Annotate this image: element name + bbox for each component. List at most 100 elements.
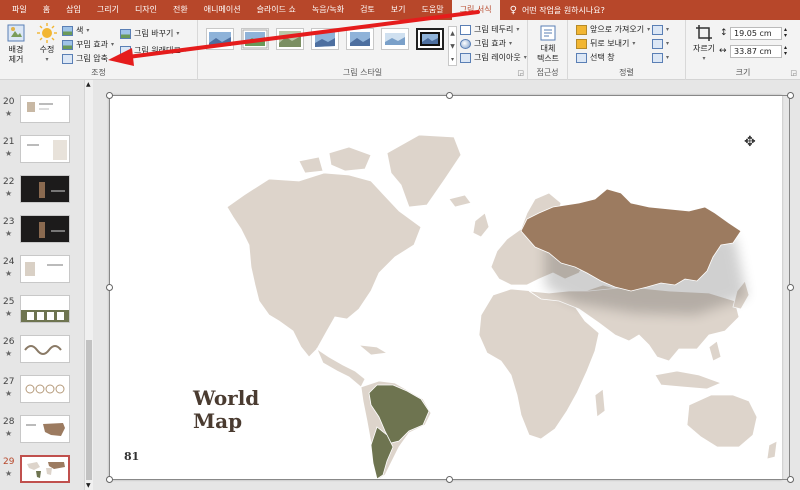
picture-layout-button[interactable]: 그림 레이아웃 ▾ — [460, 51, 527, 64]
tab-file[interactable]: 파일 — [4, 0, 35, 20]
spinner-icon[interactable]: ▴ ▾ — [784, 27, 787, 39]
remove-background-button[interactable]: 배경 제거 — [3, 23, 29, 65]
picture-layout-label: 그림 레이아웃 — [474, 53, 521, 62]
reset-picture-button[interactable]: 그림 원래대로 ▾ — [120, 44, 187, 57]
chevron-down-icon: ▾ — [666, 54, 670, 61]
send-backward-button[interactable]: 뒤로 보내기 ▾ — [576, 37, 635, 50]
rotate-button[interactable]: ▾ — [652, 51, 669, 64]
picture-style-7[interactable] — [416, 28, 444, 50]
picture-style-3[interactable] — [276, 28, 304, 50]
selection-pane-icon — [576, 52, 587, 63]
picture-effects-label: 그림 효과 — [474, 39, 506, 48]
tab-help[interactable]: 도움말 — [414, 0, 452, 20]
iceland-shape — [448, 194, 472, 208]
resize-handle-top-right[interactable] — [787, 92, 794, 99]
picture-style-4[interactable] — [311, 28, 339, 50]
tab-view[interactable]: 보기 — [383, 0, 414, 20]
resize-handle-left[interactable] — [106, 284, 113, 291]
slide-thumbnail[interactable]: 22 ★ — [0, 175, 84, 205]
tab-slideshow[interactable]: 슬라이드 쇼 — [249, 0, 304, 20]
picture-style-2[interactable] — [241, 28, 269, 50]
tab-animations[interactable]: 애니메이션 — [196, 0, 249, 20]
picture-style-thumbnail-icon — [385, 33, 405, 45]
crop-button[interactable]: 자르기 ▾ — [690, 24, 718, 64]
animation-star-icon: ★ — [5, 189, 13, 198]
chevron-down-icon: ▾ — [176, 30, 180, 37]
compress-pictures-button[interactable]: 그림 압축 — [62, 52, 108, 65]
slide-editing-canvas[interactable]: World Map 81 — [93, 80, 800, 490]
picture-style-5[interactable] — [346, 28, 374, 50]
picture-layout-icon — [460, 52, 471, 63]
slide-thumbnail[interactable]: 27 ★ — [0, 375, 84, 405]
greenland-shape — [386, 134, 462, 208]
tab-home[interactable]: 홈 — [35, 0, 58, 20]
alt-text-button[interactable]: 대체 텍스트 — [534, 24, 562, 64]
dialog-launcher-icon[interactable]: ◲ — [517, 69, 524, 77]
philippines-shape — [708, 340, 722, 362]
slide-thumbnail-current[interactable]: 29 ★ — [0, 455, 84, 485]
tab-design[interactable]: 디자인 — [127, 0, 165, 20]
slide-thumbnail[interactable]: 24 ★ — [0, 255, 84, 285]
send-backward-label: 뒤로 보내기 — [590, 39, 630, 48]
change-picture-icon — [120, 28, 131, 39]
resize-handle-top-left[interactable] — [106, 92, 113, 99]
artistic-effects-icon — [62, 39, 73, 50]
color-button[interactable]: 색 ▾ — [62, 24, 89, 37]
group-label-accessibility: 접근성 — [536, 68, 559, 77]
scroll-down-icon[interactable]: ▼ — [86, 482, 91, 489]
corrections-button[interactable]: 수정 ▾ — [34, 23, 60, 65]
slide-thumbnail[interactable]: 21 ★ — [0, 135, 84, 165]
selection-pane-button[interactable]: 선택 창 — [576, 51, 615, 64]
picture-style-1[interactable] — [206, 28, 234, 50]
tab-picture-format[interactable]: 그림 서식 — [451, 0, 500, 20]
align-button[interactable]: ▾ — [652, 23, 669, 36]
gallery-scroll[interactable]: ▲ ▼ ▾ — [448, 26, 457, 66]
slide-number: 29 — [3, 457, 15, 467]
artistic-effects-button[interactable]: 꾸밈 효과 ▾ — [62, 38, 114, 51]
height-input[interactable]: 19.05 cm — [730, 27, 782, 40]
bring-forward-icon — [576, 24, 587, 35]
picture-effects-button[interactable]: 그림 효과 ▾ — [460, 37, 512, 50]
resize-handle-top[interactable] — [446, 92, 453, 99]
crop-icon — [696, 25, 712, 41]
picture-border-icon — [460, 24, 471, 35]
slide-title[interactable]: World Map — [193, 387, 259, 433]
slide-thumbnail[interactable]: 25 ★ — [0, 295, 84, 325]
resize-handle-bottom[interactable] — [446, 476, 453, 483]
indonesia-shape — [654, 370, 723, 390]
slide-thumbnail[interactable]: 23 ★ — [0, 215, 84, 245]
tell-me-search[interactable]: ♀ 어떤 작업을 원하시나요? — [510, 5, 605, 16]
tab-transitions[interactable]: 전환 — [165, 0, 196, 20]
tab-insert[interactable]: 삽입 — [58, 0, 89, 20]
thumbnail-scrollbar[interactable]: ▲ ▼ — [84, 80, 93, 490]
slide-number: 27 — [3, 377, 15, 387]
dialog-launcher-icon[interactable]: ◲ — [790, 69, 797, 77]
resize-handle-bottom-right[interactable] — [787, 476, 794, 483]
slide-preview — [20, 175, 70, 203]
height-icon: ↕ — [720, 28, 728, 38]
slide-thumbnail[interactable]: 28 ★ — [0, 415, 84, 445]
send-backward-icon — [576, 38, 587, 49]
spinner-icon[interactable]: ▴ ▾ — [784, 45, 787, 57]
artistic-effects-label: 꾸밈 효과 — [76, 40, 108, 49]
picture-style-thumbnail-icon — [315, 31, 335, 47]
resize-handle-bottom-left[interactable] — [106, 476, 113, 483]
scrollbar-thumb[interactable] — [86, 340, 92, 480]
tab-review[interactable]: 검토 — [352, 0, 383, 20]
scroll-up-icon[interactable]: ▲ — [86, 81, 91, 88]
picture-border-button[interactable]: 그림 테두리 ▾ — [460, 23, 519, 36]
slide-preview — [20, 295, 70, 323]
tab-draw[interactable]: 그리기 — [89, 0, 127, 20]
slide-thumbnail[interactable]: 26 ★ — [0, 335, 84, 365]
resize-handle-right[interactable] — [787, 284, 794, 291]
picture-style-6[interactable] — [381, 28, 409, 50]
group-objects-button[interactable]: ▾ — [652, 37, 669, 50]
slide[interactable]: World Map 81 — [109, 95, 782, 480]
tab-record[interactable]: 녹음/녹화 — [304, 0, 352, 20]
width-input[interactable]: 33.87 cm — [730, 45, 782, 58]
slide-preview — [20, 135, 70, 163]
bring-forward-button[interactable]: 앞으로 가져오기 ▾ — [576, 23, 650, 36]
slide-thumbnail[interactable]: 20 ★ — [0, 95, 84, 125]
change-picture-button[interactable]: 그림 바꾸기 ▾ — [120, 27, 179, 40]
group-label-adjust: 조정 — [91, 68, 106, 77]
